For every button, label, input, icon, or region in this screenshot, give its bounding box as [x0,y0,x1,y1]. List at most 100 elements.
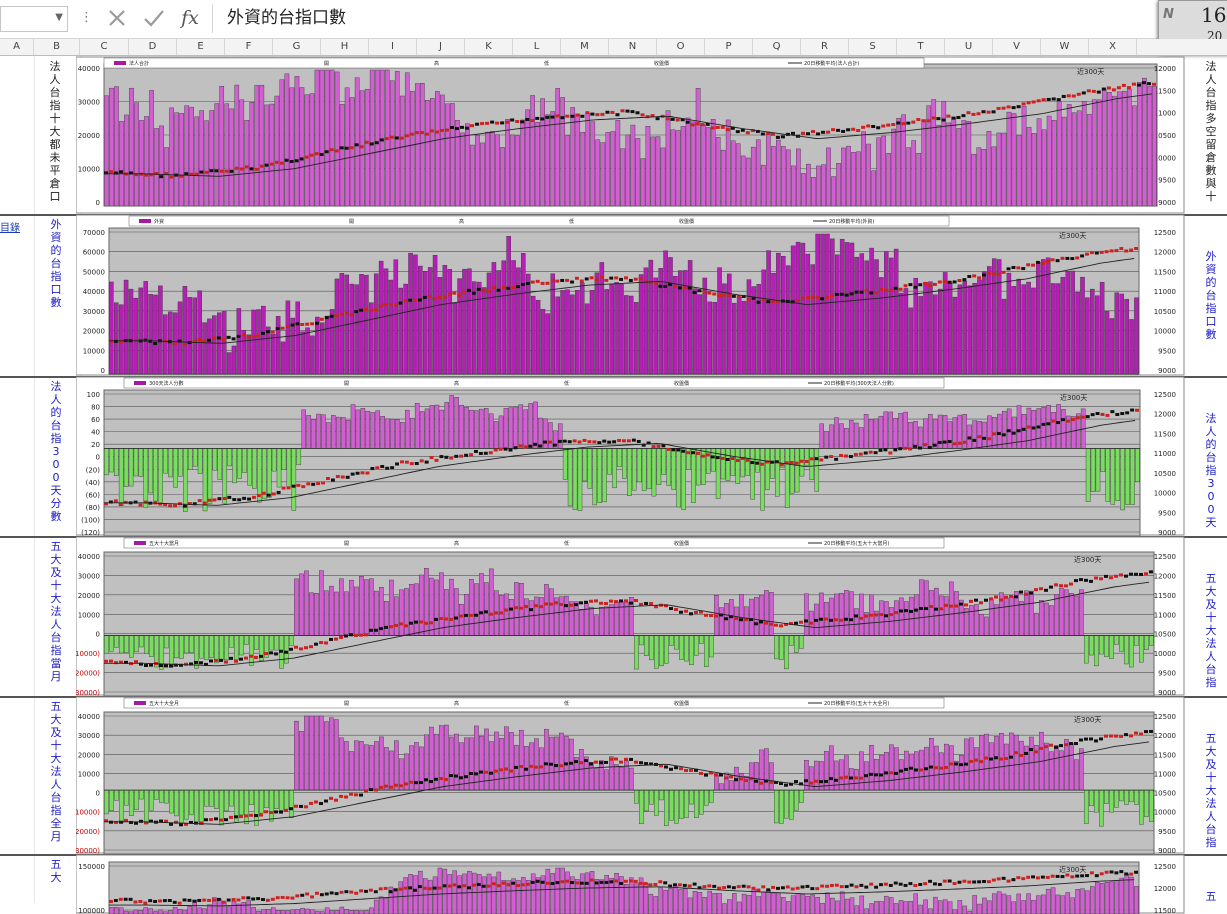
column-header-d[interactable]: D [129,39,177,55]
chart-bar [839,423,844,449]
column-header-b[interactable]: B [34,39,80,55]
column-header-h[interactable]: H [321,39,369,55]
kline-candle [319,152,324,156]
kline-candle [746,885,751,889]
chart-bar [579,873,585,914]
column-header-p[interactable]: P [705,39,753,55]
kline-candle [859,290,864,294]
chart-bar [612,448,617,489]
formula-input[interactable]: 外資的台指口數 [212,4,1167,33]
kline-candle [535,116,540,120]
legend-entry: 開 [344,701,349,707]
column-header-i[interactable]: I [369,39,417,55]
kline-candle [562,439,567,443]
chart-bar [399,589,404,636]
kline-candle [977,276,982,280]
kline-candle [529,764,533,768]
chevron-down-icon[interactable]: ▼ [55,12,63,23]
kline-candle [725,457,730,461]
chart-panel-2[interactable]: 7000060000500004000030000200001000001250… [76,214,1186,376]
chart-bar [1021,414,1027,449]
chart-bar [149,635,154,657]
chart-bar [1115,448,1120,501]
sheet-area[interactable]: 目錄 法人台指十大都未平倉口法人台指多空留倉數與十 40000 30000 20000… [0,56,1227,914]
chart-panel-3[interactable]: 100806040200(20)(40)(60)(80)(100)(120)12… [76,376,1186,536]
kline-candle [489,771,493,775]
cancel-button[interactable] [103,5,131,31]
name-box[interactable]: ▼ [0,6,68,32]
y-axis-tick-label: 30000 [78,732,100,740]
kline-candle [364,633,368,637]
kline-candle [1031,100,1036,104]
y2-axis-tick-label: 10500 [1154,790,1176,798]
column-header-n[interactable]: N [609,39,657,55]
chart-bar [300,908,305,914]
chart-bar [1085,890,1090,914]
kline-candle [1051,97,1056,101]
kline-candle [1134,246,1138,250]
chart-bar [699,635,704,644]
kline-candle [254,655,258,659]
kline-candle [232,498,237,502]
y2-axis-tick-label: 9000 [1158,847,1176,854]
kline-candle [511,286,516,290]
column-header-k[interactable]: K [465,39,513,55]
kline-candle [276,490,281,494]
chart-bar [987,415,992,449]
y-axis-tick-label: 50000 [83,268,105,276]
chart-bar [1019,740,1024,791]
chart-bar [879,901,884,914]
kline-candle [375,466,380,470]
enter-button[interactable] [140,5,168,31]
column-header-l[interactable]: L [513,39,561,55]
kline-candle [565,114,570,118]
chart-panel-6[interactable]: 150000100000125001200011500近300天 [76,854,1186,914]
kline-candle [617,438,621,442]
kline-candle [663,881,668,885]
chart-bar [148,294,153,375]
column-header-s[interactable]: S [849,39,897,55]
kline-candle [254,814,258,818]
y-axis-tick-label: 20 [91,441,100,449]
column-header-o[interactable]: O [657,39,705,55]
chart-panel-5[interactable]: 400003000020000100000(10000)(20000)(3000… [76,696,1186,854]
column-header-e[interactable]: E [177,39,225,55]
kline-candle [572,439,577,443]
kline-candle [172,900,177,904]
chart-bar [354,586,359,636]
column-header-f[interactable]: F [225,39,273,55]
kline-candle [1029,591,1033,595]
column-header-w[interactable]: W [1041,39,1089,55]
column-header-j[interactable]: J [417,39,465,55]
kline-candle [1106,86,1111,90]
kline-candle [609,757,613,761]
column-header-v[interactable]: V [993,39,1041,55]
chart-panel-1[interactable]: 4000030000200001000001200011500110001050… [76,56,1186,214]
chart-bar [154,128,159,207]
kline-candle [673,285,677,289]
column-header-g[interactable]: G [273,39,321,55]
kline-candle [638,881,643,885]
kline-candle [162,899,167,903]
kline-candle [1041,422,1046,426]
column-header-t[interactable]: T [897,39,945,55]
column-header-a[interactable]: A [0,39,34,55]
more-options-icon[interactable]: ⋮ [80,10,93,25]
column-header-c[interactable]: C [80,39,129,55]
column-header-x[interactable]: X [1089,39,1137,55]
kline-candle [942,879,947,883]
chart-bar [830,238,835,375]
y-axis-tick-label: 80 [91,404,100,412]
column-header-m[interactable]: M [561,39,609,55]
column-header-r[interactable]: R [801,39,849,55]
kline-candle [153,342,158,346]
kline-candle [836,128,841,132]
chart-panel-4[interactable]: 400003000020000100000(10000)(20000)(3000… [76,536,1186,696]
insert-function-button[interactable]: fx [176,5,204,31]
column-header-q[interactable]: Q [753,39,801,55]
chart-bar [434,404,440,449]
column-header-u[interactable]: U [945,39,993,55]
chart-bar [1109,789,1114,813]
kline-candle [1046,422,1051,426]
toc-link[interactable]: 目錄 [0,219,20,234]
